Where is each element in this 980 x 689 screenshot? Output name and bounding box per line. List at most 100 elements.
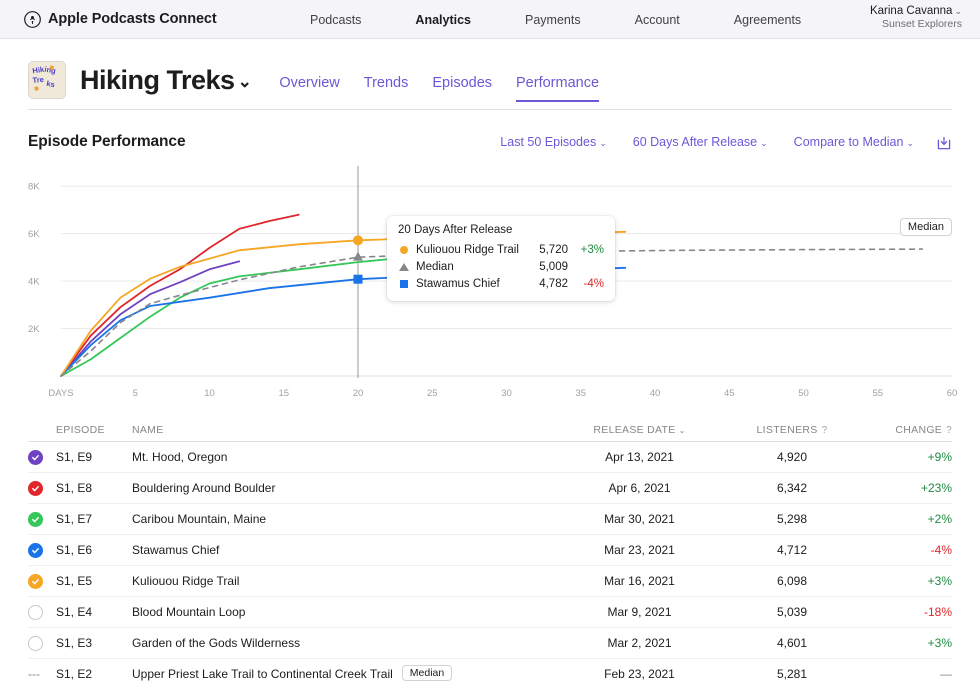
cell-listeners: 4,712 xyxy=(776,543,808,557)
header-listeners: LISTENERS? xyxy=(727,424,857,436)
row-select-cell xyxy=(28,480,56,496)
cell-episode: S1, E9 xyxy=(56,450,93,464)
cell-episode: S1, E8 xyxy=(56,481,93,495)
cell-listeners: 5,039 xyxy=(776,605,808,619)
table-row[interactable]: --- S1, E2 Upper Priest Lake Trail to Cont… xyxy=(28,659,952,689)
table-row[interactable]: S1, E8 Bouldering Around Boulder Apr 6, 20… xyxy=(28,473,952,504)
tab-performance[interactable]: Performance xyxy=(516,75,600,102)
help-icon[interactable]: ? xyxy=(822,425,828,436)
show-artwork[interactable]: Hik ing Tre ks xyxy=(28,61,66,99)
page-title[interactable]: Hiking Treks ⌄ xyxy=(80,65,252,96)
tooltip-series-name: Median xyxy=(416,261,454,273)
cell-release-date: Apr 13, 2021 xyxy=(605,450,674,464)
checkbox-checked-icon[interactable] xyxy=(28,542,43,558)
episode-name-text: Caribou Mountain, Maine xyxy=(132,512,267,526)
marker-shape xyxy=(399,263,409,271)
median-dash-icon[interactable]: --- xyxy=(28,668,43,680)
median-line-badge[interactable]: Median xyxy=(899,218,952,236)
header-episode: EPISODE xyxy=(56,423,105,436)
cell-listeners: 6,098 xyxy=(776,574,808,588)
cell-listeners: 4,920 xyxy=(776,450,808,464)
tooltip-series-change: -4% xyxy=(583,278,604,290)
tooltip-row: Stawamus Chief 4,782 -4% xyxy=(398,276,604,292)
chart-control-2[interactable]: Compare to Median ⌄ xyxy=(794,135,914,149)
chart-control-label: 60 Days After Release xyxy=(632,135,758,149)
nav-link-payments[interactable]: Payments xyxy=(525,13,581,27)
checkbox-checked-icon[interactable] xyxy=(28,449,43,465)
cell-episode: S1, E3 xyxy=(56,636,93,650)
cell-change: +3% xyxy=(927,636,952,650)
performance-chart[interactable]: 8K 6K 4K 2K Median 20 Days After Release Ku… xyxy=(28,164,952,386)
checkbox-unchecked-icon[interactable] xyxy=(28,635,43,651)
x-axis-tick: 45 xyxy=(723,388,735,399)
account-name[interactable]: Karina Cavanna ⌄ xyxy=(870,4,962,18)
x-axis-tick: DAYS xyxy=(48,388,74,399)
y-axis-tick: 8K xyxy=(28,182,40,193)
chart-control-1[interactable]: 60 Days After Release ⌄ xyxy=(633,135,768,149)
tab-episodes[interactable]: Episodes xyxy=(432,75,492,102)
table-row[interactable]: S1, E7 Caribou Mountain, Maine Mar 30, 202… xyxy=(28,504,952,535)
chart-control-0[interactable]: Last 50 Episodes ⌄ xyxy=(500,135,606,149)
checkbox-checked-icon[interactable] xyxy=(28,480,43,496)
cell-episode: S1, E7 xyxy=(56,512,93,526)
brand-logo[interactable]: Apple Podcasts Connect xyxy=(24,10,217,28)
chart-controls: Last 50 Episodes ⌄ 60 Days After Release ⌄ C… xyxy=(474,134,952,151)
table-row[interactable]: S1, E3 Garden of the Gods Wilderness Mar 2… xyxy=(28,628,952,659)
cell-episode: S1, E6 xyxy=(56,543,93,557)
chart-control-label: Last 50 Episodes xyxy=(500,135,597,149)
show-artwork-image: Hik ing Tre ks xyxy=(29,62,65,98)
table-row[interactable]: S1, E9 Mt. Hood, Oregon Apr 13, 2021 4,920 +… xyxy=(28,442,952,473)
header-release-date-text: RELEASE DATE xyxy=(593,423,676,436)
row-select-cell xyxy=(28,511,56,527)
table-row[interactable]: S1, E5 Kuliouou Ridge Trail Mar 16, 2021 6,… xyxy=(28,566,952,597)
cell-release-date: Mar 16, 2021 xyxy=(604,574,675,588)
episode-name-text: Garden of the Gods Wilderness xyxy=(132,636,301,650)
table-row[interactable]: S1, E4 Blood Mountain Loop Mar 9, 2021 5,03… xyxy=(28,597,952,628)
cell-name: Bouldering Around Boulder xyxy=(132,481,552,495)
row-select-cell xyxy=(28,449,56,465)
marker-square-icon xyxy=(353,274,363,284)
tooltip-series-name: Kuliouou Ridge Trail xyxy=(416,244,519,256)
cell-name: Mt. Hood, Oregon xyxy=(132,450,552,464)
y-axis-tick: 6K xyxy=(28,229,40,240)
cell-name: Garden of the Gods Wilderness xyxy=(132,636,552,650)
section-title: Episode Performance xyxy=(28,133,186,150)
episode-name-text: Blood Mountain Loop xyxy=(132,605,246,619)
cell-name: Stawamus Chief xyxy=(132,543,552,557)
header-release-date[interactable]: RELEASE DATE ⌄ xyxy=(552,424,727,436)
brand-title: Apple Podcasts Connect xyxy=(48,11,217,27)
checkbox-checked-icon[interactable] xyxy=(28,573,43,589)
episode-performance-table: EPISODE NAME RELEASE DATE ⌄ LISTENERS? CH… xyxy=(28,418,952,689)
nav-link-agreements[interactable]: Agreements xyxy=(734,13,801,27)
x-axis-tick: 15 xyxy=(278,388,290,399)
episode-name-text: Mt. Hood, Oregon xyxy=(132,450,228,464)
x-axis-tick: 60 xyxy=(946,388,958,399)
nav-link-account[interactable]: Account xyxy=(635,13,680,27)
x-axis-tick: 20 xyxy=(352,388,364,399)
help-icon[interactable]: ? xyxy=(946,425,952,436)
chart-control-label: Compare to Median xyxy=(793,135,904,149)
account-menu[interactable]: Karina Cavanna ⌄ Sunset Explorers xyxy=(870,4,962,32)
marker-circle-icon xyxy=(353,235,363,246)
cell-episode: S1, E2 xyxy=(56,667,93,681)
episode-name-text: Upper Priest Lake Trail to Continental C… xyxy=(132,667,393,681)
tab-trends[interactable]: Trends xyxy=(364,75,409,102)
tab-overview[interactable]: Overview xyxy=(279,75,339,102)
nav-link-podcasts[interactable]: Podcasts xyxy=(310,13,361,27)
marker-shape xyxy=(400,280,408,288)
checkbox-unchecked-icon[interactable] xyxy=(28,604,43,620)
show-tabs: Overview Trends Episodes Performance xyxy=(279,58,600,102)
tooltip-series-value: 5,009 xyxy=(539,261,568,273)
episode-name-text: Kuliouou Ridge Trail xyxy=(132,574,240,588)
median-badge[interactable]: Median xyxy=(401,665,453,681)
checkbox-checked-icon[interactable] xyxy=(28,511,43,527)
account-name-text: Karina Cavanna xyxy=(869,5,953,17)
cell-change: +23% xyxy=(920,481,952,495)
chevron-down-icon: ⌄ xyxy=(954,6,962,16)
tooltip-series-value: 4,782 xyxy=(539,278,568,290)
table-row[interactable]: S1, E6 Stawamus Chief Mar 23, 2021 4,712 -4% xyxy=(28,535,952,566)
series-marker-circle-icon xyxy=(398,246,410,254)
nav-link-analytics[interactable]: Analytics xyxy=(415,13,471,27)
export-icon[interactable] xyxy=(936,134,952,151)
cell-change: +9% xyxy=(927,450,952,464)
